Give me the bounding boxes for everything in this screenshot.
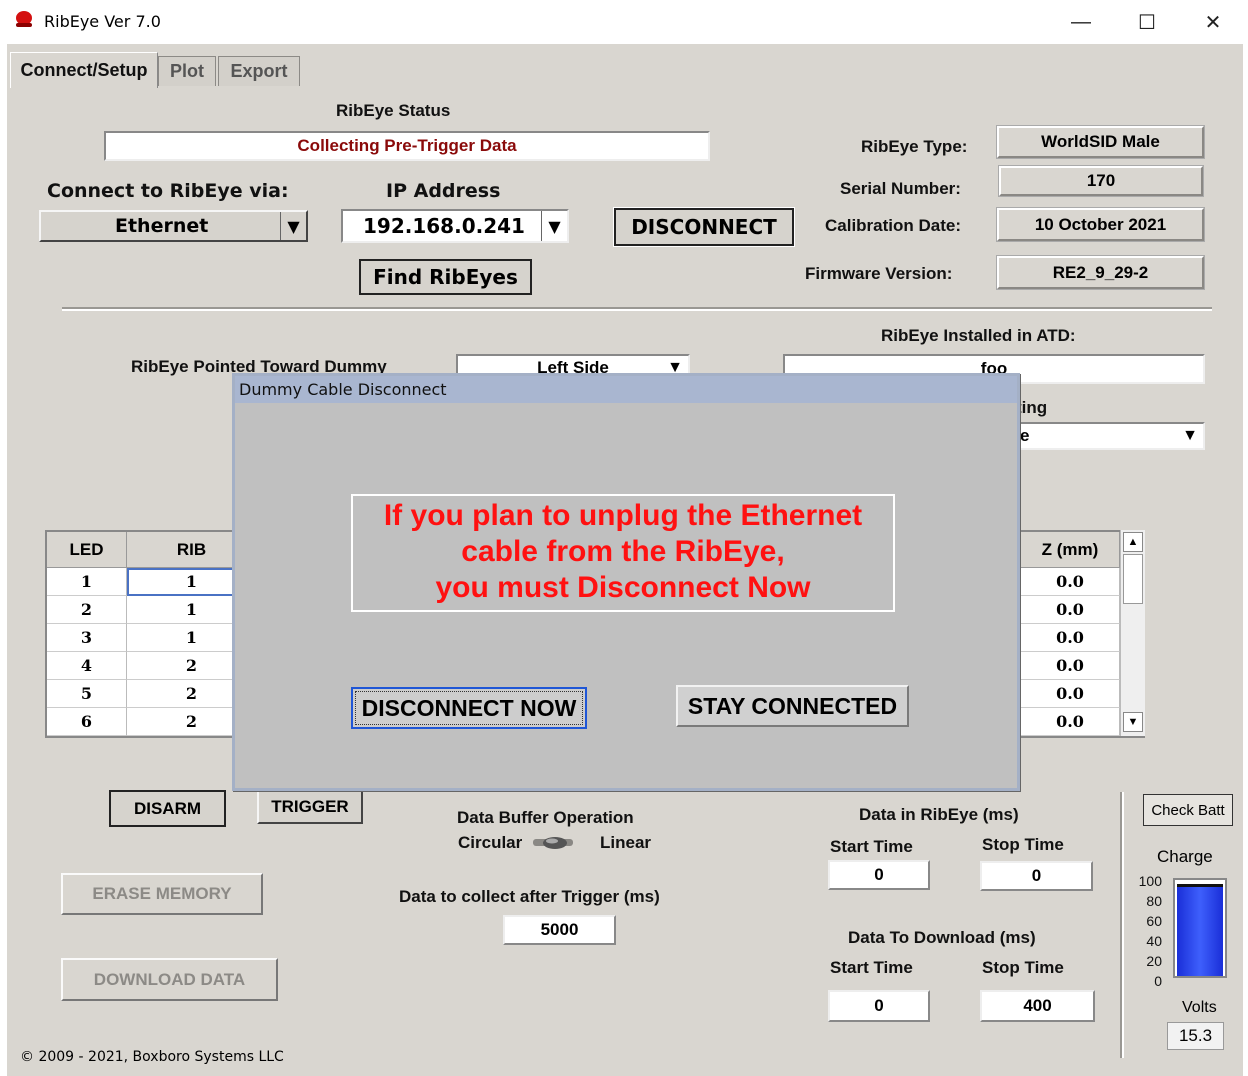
- connect-via-value: Ethernet: [115, 215, 209, 237]
- data-in-start-label: Start Time: [830, 837, 913, 856]
- dialog-message-line: you must Disconnect Now: [435, 571, 811, 604]
- serial-number-label: Serial Number:: [840, 179, 961, 198]
- table-cell-z[interactable]: 0.0: [1021, 680, 1120, 708]
- table-cell-led[interactable]: 6: [47, 708, 127, 736]
- installed-label: RibEye Installed in ATD:: [881, 326, 1076, 345]
- charge-tick: 80: [1146, 893, 1162, 909]
- after-trigger-field[interactable]: 5000: [503, 915, 616, 945]
- ip-address-select[interactable]: 192.168.0.241 ▼: [341, 209, 569, 243]
- dummy-cable-disconnect-dialog: Dummy Cable Disconnect If you plan to un…: [232, 373, 1020, 791]
- circular-label: Circular: [458, 833, 523, 852]
- setting-value: e: [1020, 426, 1030, 445]
- scroll-up-icon[interactable]: ▲: [1123, 532, 1143, 552]
- chevron-down-icon[interactable]: ▼: [280, 212, 306, 240]
- download-start-field[interactable]: 0: [828, 990, 930, 1022]
- charge-tick: 100: [1138, 873, 1162, 889]
- calibration-date-value: 10 October 2021: [996, 207, 1205, 242]
- buffer-label: Data Buffer Operation: [457, 808, 634, 827]
- firmware-version-value: RE2_9_29-2: [996, 255, 1205, 290]
- dialog-message-line: cable from the RibEye,: [461, 535, 785, 568]
- charge-scale: 100 80 60 40 20 0: [1130, 871, 1162, 991]
- battery-divider: [1120, 792, 1124, 1058]
- download-data-button[interactable]: DOWNLOAD DATA: [61, 958, 278, 1001]
- table-scrollbar[interactable]: ▲ ▼: [1120, 530, 1145, 736]
- charge-tick: 20: [1146, 953, 1162, 969]
- table-cell-z[interactable]: 0.0: [1021, 708, 1120, 736]
- charge-gauge-fill: [1177, 884, 1223, 976]
- download-start-label: Start Time: [830, 958, 913, 977]
- after-trigger-label: Data to collect after Trigger (ms): [399, 887, 660, 906]
- window-title: RibEye Ver 7.0: [44, 12, 161, 31]
- column-header-z[interactable]: Z (mm): [1021, 532, 1120, 568]
- calibration-date-label: Calibration Date:: [825, 216, 962, 235]
- ip-address-value: 192.168.0.241: [363, 214, 525, 238]
- dialog-message-line: If you plan to unplug the Ethernet: [383, 499, 863, 532]
- erase-memory-button[interactable]: ERASE MEMORY: [61, 873, 263, 915]
- ribeye-type-value: WorldSID Male: [996, 125, 1205, 159]
- find-ribeyes-button[interactable]: Find RibEyes: [359, 259, 532, 295]
- status-field: Collecting Pre-Trigger Data: [104, 131, 710, 161]
- data-in-stop-field: 0: [980, 861, 1093, 891]
- table-cell-led[interactable]: 4: [47, 652, 127, 680]
- connect-via-label: Connect to RibEye via:: [47, 180, 289, 202]
- disarm-button[interactable]: DISARM: [109, 790, 226, 827]
- data-in-label: Data in RibEye (ms): [859, 805, 1019, 824]
- trigger-button[interactable]: TRIGGER: [257, 790, 363, 824]
- serial-number-value: 170: [998, 165, 1204, 197]
- app-icon: [14, 10, 34, 30]
- tab-export[interactable]: Export: [218, 56, 300, 86]
- volts-value: 15.3: [1167, 1022, 1224, 1050]
- stay-connected-button[interactable]: STAY CONNECTED: [676, 685, 909, 727]
- column-header-led[interactable]: LED: [47, 532, 127, 568]
- table-cell-z[interactable]: 0.0: [1021, 652, 1120, 680]
- table-cell-led[interactable]: 3: [47, 624, 127, 652]
- minimize-button[interactable]: —: [1058, 6, 1104, 38]
- maximize-button[interactable]: ☐: [1124, 6, 1170, 38]
- charge-tick: 0: [1154, 973, 1162, 989]
- download-stop-label: Stop Time: [982, 958, 1064, 977]
- table-cell-led[interactable]: 2: [47, 596, 127, 624]
- close-button[interactable]: ✕: [1190, 6, 1236, 38]
- ribeye-type-label: RibEye Type:: [861, 137, 968, 156]
- tab-connect-setup[interactable]: Connect/Setup: [10, 52, 158, 88]
- scroll-thumb[interactable]: [1123, 554, 1143, 604]
- setting-select[interactable]: e ▼: [1010, 422, 1205, 450]
- dialog-title: Dummy Cable Disconnect: [235, 376, 1017, 403]
- table-cell-led[interactable]: 1: [47, 568, 127, 596]
- disconnect-button[interactable]: DISCONNECT: [613, 207, 795, 247]
- volts-label: Volts: [1182, 999, 1217, 1016]
- data-in-stop-label: Stop Time: [982, 835, 1064, 854]
- disconnect-now-button[interactable]: DISCONNECT NOW: [351, 687, 587, 729]
- linear-label: Linear: [600, 833, 652, 852]
- download-label: Data To Download (ms): [848, 928, 1036, 947]
- scroll-down-icon[interactable]: ▼: [1123, 712, 1143, 732]
- chevron-down-icon[interactable]: ▼: [1177, 424, 1203, 448]
- download-stop-field[interactable]: 400: [980, 990, 1095, 1022]
- table-cell-z[interactable]: 0.0: [1021, 624, 1120, 652]
- check-battery-button[interactable]: Check Batt: [1143, 794, 1233, 826]
- data-in-start-field: 0: [828, 860, 930, 890]
- dialog-message: If you plan to unplug the Ethernet cable…: [351, 494, 895, 612]
- status-heading: RibEye Status: [336, 101, 451, 120]
- connect-via-select[interactable]: Ethernet ▼: [39, 210, 308, 242]
- buffer-toggle[interactable]: [533, 835, 573, 851]
- ip-address-label: IP Address: [386, 180, 501, 202]
- copyright: © 2009 - 2021, Boxboro Systems LLC: [20, 1049, 284, 1065]
- table-cell-z[interactable]: 0.0: [1021, 596, 1120, 624]
- chevron-down-icon[interactable]: ▼: [541, 211, 567, 241]
- setting-label: ting: [1016, 398, 1048, 417]
- firmware-version-label: Firmware Version:: [805, 264, 953, 283]
- table-cell-z[interactable]: 0.0: [1021, 568, 1120, 596]
- tab-plot[interactable]: Plot: [158, 56, 216, 86]
- charge-label: Charge: [1157, 847, 1213, 866]
- charge-tick: 60: [1146, 913, 1162, 929]
- charge-tick: 40: [1146, 933, 1162, 949]
- separator: [62, 307, 1212, 311]
- table-cell-led[interactable]: 5: [47, 680, 127, 708]
